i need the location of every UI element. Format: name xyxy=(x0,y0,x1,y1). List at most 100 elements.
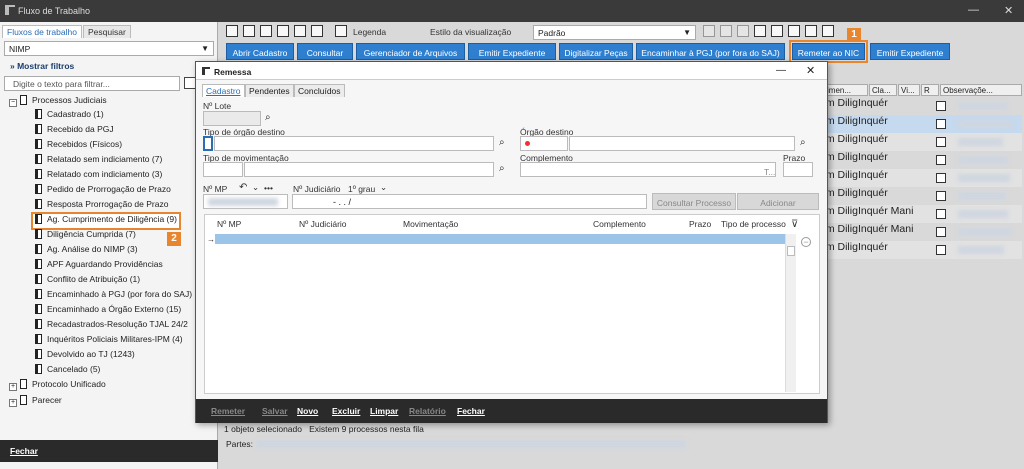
duplicate-icon[interactable] xyxy=(277,25,289,37)
text-icon[interactable] xyxy=(788,25,800,37)
new-document-icon[interactable] xyxy=(226,25,238,37)
minimize-icon[interactable]: — xyxy=(968,4,979,16)
remit-nic-button[interactable]: Remeter ao NIC xyxy=(789,40,868,63)
print-preview-icon[interactable] xyxy=(294,25,306,37)
table-row[interactable]: om DiligInquér xyxy=(820,97,1022,115)
tree-item[interactable]: Encaminhado a Órgão Externo (15) xyxy=(35,304,181,318)
row-checkbox[interactable] xyxy=(936,191,946,201)
digitize-button[interactable]: Digitalizar Peças xyxy=(559,43,633,60)
row-checkbox[interactable] xyxy=(936,119,946,129)
filter-icon[interactable]: ⊽ xyxy=(791,219,798,230)
column-header[interactable]: Movimentação xyxy=(403,219,458,229)
table-row[interactable]: om DiligInquér xyxy=(820,187,1022,205)
complemento-field[interactable] xyxy=(520,162,776,177)
tree-node-processos-judiciais[interactable]: − Processos Judiciais xyxy=(9,95,107,109)
dialog-close-icon[interactable]: ✕ xyxy=(806,64,815,77)
tree-item[interactable]: Recebidos (Físicos) xyxy=(35,139,122,153)
remove-row-icon[interactable]: − xyxy=(801,237,811,247)
tree-item[interactable]: Devolvido ao TJ (1243) xyxy=(35,349,135,363)
close-icon[interactable]: ✕ xyxy=(1004,4,1013,17)
table-row[interactable]: om DiligInquér xyxy=(820,151,1022,169)
more-options-icon[interactable]: ••• xyxy=(264,183,273,193)
copy-icon[interactable] xyxy=(260,25,272,37)
table-row[interactable]: om DiligInquér xyxy=(820,115,1022,133)
column-header[interactable]: Complemento xyxy=(593,219,646,229)
tree-item[interactable]: Pedido de Prorrogação de Prazo xyxy=(35,184,171,198)
tab-pendentes[interactable]: Pendentes xyxy=(245,84,294,97)
lote-field[interactable] xyxy=(203,111,261,126)
tree-item[interactable]: Relatado sem indiciamento (7) xyxy=(35,154,162,168)
delete-button[interactable]: Excluir xyxy=(332,406,360,416)
report-icon[interactable] xyxy=(771,25,783,37)
search-icon[interactable]: ⌕ xyxy=(499,163,505,174)
table-row[interactable]: om DiligInquér xyxy=(820,133,1022,151)
tree-item[interactable]: Relatado com indiciamento (3) xyxy=(35,169,162,183)
tab-workflows[interactable]: Fluxos de trabalho xyxy=(2,25,82,38)
new-button[interactable]: Novo xyxy=(297,406,318,416)
flow-select[interactable]: NIMP ▼ xyxy=(4,41,214,56)
column-header[interactable]: Observaçõe... xyxy=(940,84,1022,96)
consult-button[interactable]: Consultar xyxy=(297,43,353,60)
tree-item[interactable]: Recadastrados-Resolução TJAL 24/2 xyxy=(35,319,188,333)
row-checkbox[interactable] xyxy=(936,101,946,111)
tree-item[interactable]: Resposta Prorrogação de Prazo xyxy=(35,199,168,213)
judicial-field[interactable]: - . . / xyxy=(292,194,647,209)
row-checkbox[interactable] xyxy=(936,137,946,147)
orgao-code-field[interactable] xyxy=(520,136,568,151)
table-row[interactable]: om DiligInquér Mani xyxy=(820,223,1022,241)
undo-icon[interactable]: ↶ xyxy=(239,182,247,193)
table-row-selected[interactable] xyxy=(215,234,785,244)
column-header[interactable]: Cla... xyxy=(869,84,897,96)
row-checkbox[interactable] xyxy=(936,245,946,255)
expand-icon[interactable]: + xyxy=(9,399,17,407)
issue-document-button-2[interactable]: Emitir Expediente xyxy=(870,43,950,60)
expand-icon[interactable]: + xyxy=(9,383,17,391)
scrollbar[interactable] xyxy=(785,234,796,392)
issue-document-button[interactable]: Emitir Expediente xyxy=(468,43,556,60)
column-header[interactable]: Nº MP xyxy=(217,219,241,229)
filter-input[interactable]: Digite o texto para filtrar... xyxy=(4,76,180,91)
prazo-field[interactable] xyxy=(783,162,813,177)
column-header[interactable]: Tipo de processo xyxy=(721,219,786,229)
dialog-minimize-icon[interactable]: — xyxy=(776,65,786,76)
legend-icon[interactable] xyxy=(335,25,347,37)
table-row[interactable]: om DiligInquér xyxy=(820,169,1022,187)
tree-item[interactable]: Inquéritos Policiais Militares-IPM (4) xyxy=(35,334,183,348)
show-filters-link[interactable]: » Mostrar filtros xyxy=(10,61,74,71)
tree-item[interactable]: Cadastrado (1) xyxy=(35,109,104,123)
printer-icon[interactable] xyxy=(822,25,834,37)
tipo-orgao-code-field[interactable] xyxy=(203,136,213,151)
open-registration-button[interactable]: Abrir Cadastro xyxy=(226,43,294,60)
search-icon[interactable]: ⌕ xyxy=(499,137,505,148)
column-header[interactable]: Vi... xyxy=(898,84,920,96)
tree-item[interactable]: Conflito de Atribuição (1) xyxy=(35,274,140,288)
tipo-mov-code-field[interactable] xyxy=(203,162,243,177)
refresh-icon[interactable] xyxy=(243,25,255,37)
row-checkbox[interactable] xyxy=(936,173,946,183)
column-header[interactable]: R xyxy=(921,84,939,96)
tree-item[interactable]: Ag. Análise do NIMP (3) xyxy=(35,244,138,258)
tab-cadastro[interactable]: Cadastro xyxy=(202,84,245,97)
chevron-down-icon[interactable]: ⌄ xyxy=(380,182,387,193)
row-checkbox[interactable] xyxy=(936,209,946,219)
tab-concluidos[interactable]: Concluídos xyxy=(294,84,345,97)
search-icon[interactable]: ⌕ xyxy=(800,137,806,148)
close-dialog-button[interactable]: Fechar xyxy=(457,406,485,416)
file-manager-button[interactable]: Gerenciador de Arquivos xyxy=(356,43,465,60)
view-style-select[interactable]: Padrão ▼ xyxy=(533,25,696,40)
tipo-mov-field[interactable] xyxy=(244,162,494,177)
close-panel-button[interactable]: Fechar xyxy=(0,440,218,462)
forward-pgj-button[interactable]: Encaminhar à PGJ (por fora do SAJ) xyxy=(636,43,785,60)
list-icon[interactable] xyxy=(754,25,766,37)
collapse-icon[interactable]: − xyxy=(9,99,17,107)
legend-label[interactable]: Legenda xyxy=(353,27,386,37)
tree-item[interactable]: Diligência Cumprida (7) xyxy=(35,229,136,243)
scrollbar-thumb[interactable] xyxy=(787,246,795,256)
tree-item[interactable]: APF Aguardando Providências xyxy=(35,259,163,273)
tree-node-protocolo[interactable]: + Protocolo Unificado xyxy=(9,379,106,393)
archive-icon[interactable] xyxy=(311,25,323,37)
row-checkbox[interactable] xyxy=(936,155,946,165)
tree-node-parecer[interactable]: + Parecer xyxy=(9,395,62,409)
tree-item[interactable]: Cancelado (5) xyxy=(35,364,100,378)
column-header[interactable]: Nº Judiciário xyxy=(299,219,347,229)
